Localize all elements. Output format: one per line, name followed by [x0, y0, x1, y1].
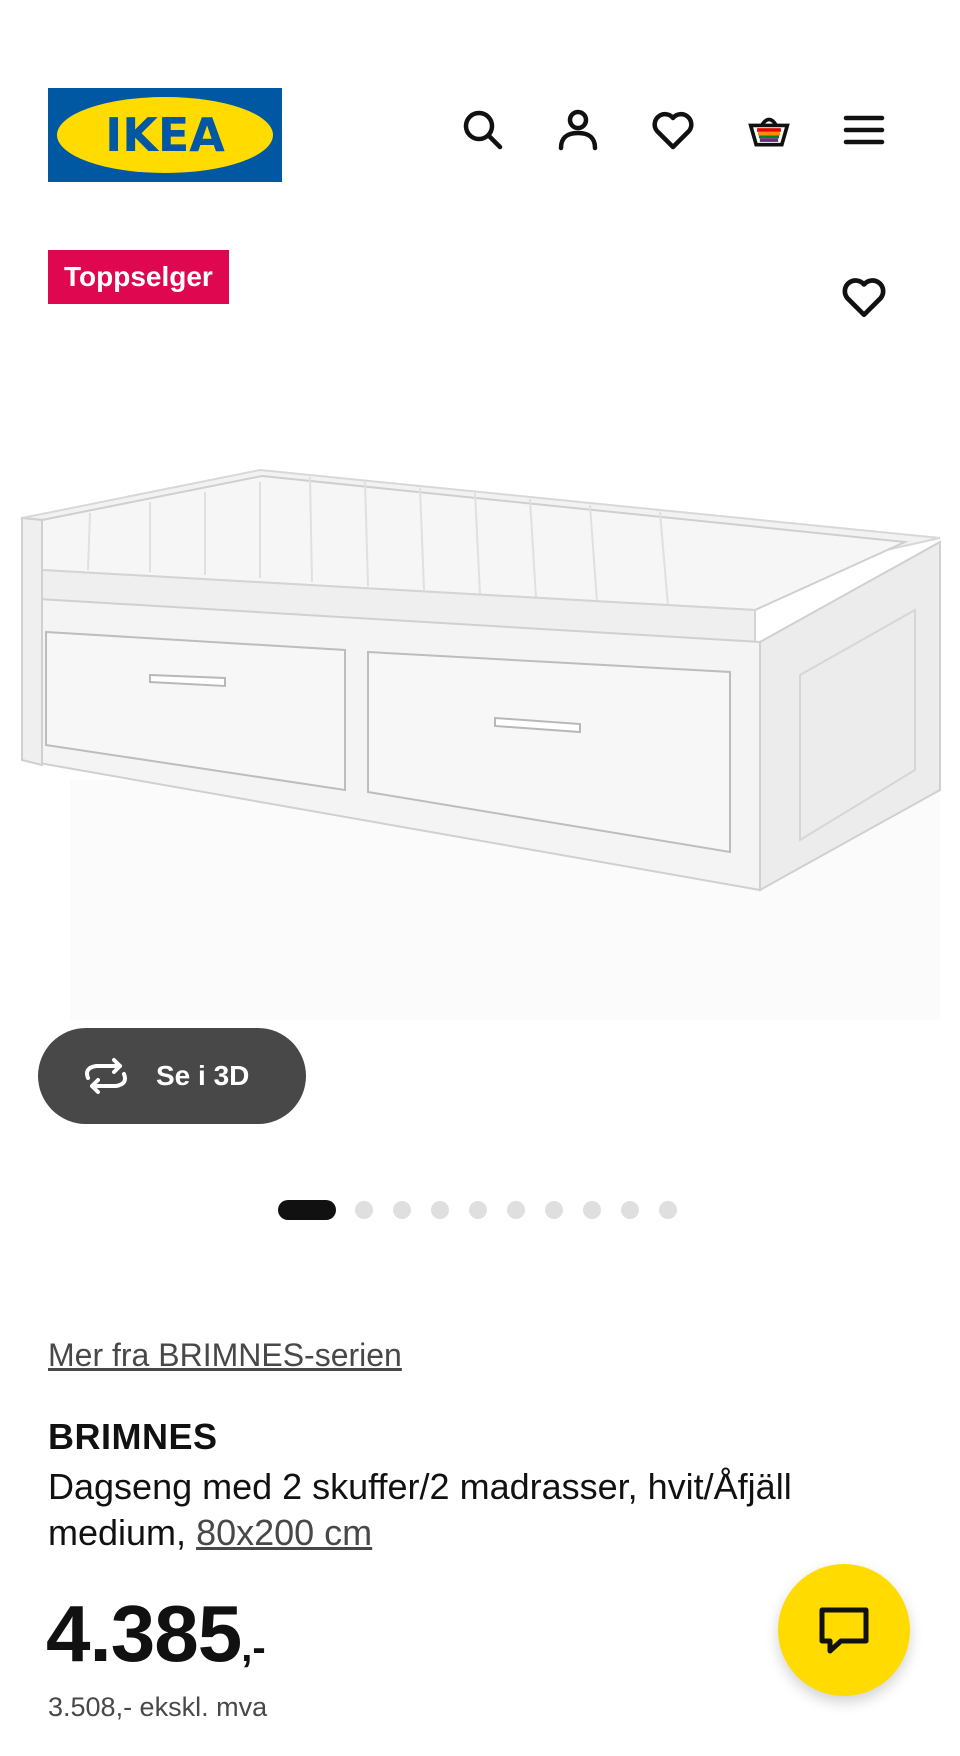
carousel-dot[interactable] — [507, 1201, 525, 1219]
view-in-3d-button[interactable]: Se i 3D — [38, 1028, 306, 1124]
price-excluding-vat: 3.508,- ekskl. mva — [48, 1692, 268, 1722]
menu-icon[interactable] — [840, 106, 888, 154]
carousel-dot[interactable] — [431, 1201, 449, 1219]
search-icon[interactable] — [459, 106, 507, 154]
view-in-3d-label: Se i 3D — [156, 1060, 250, 1091]
badge-label: Toppselger — [64, 261, 213, 292]
carousel-dot[interactable] — [469, 1201, 487, 1219]
user-icon[interactable] — [554, 106, 602, 154]
product-description: Dagseng med 2 skuffer/2 madrasser, hvit/… — [48, 1464, 908, 1556]
chat-button[interactable] — [778, 1564, 910, 1696]
carousel-dot[interactable] — [659, 1201, 677, 1219]
product-name: BRIMNES — [48, 1416, 218, 1457]
product-favourite-heart-icon[interactable] — [840, 273, 888, 321]
carousel-dot[interactable] — [393, 1201, 411, 1219]
carousel-dot[interactable] — [355, 1201, 373, 1219]
carousel-dot-active[interactable] — [278, 1200, 336, 1220]
product-description-text: Dagseng med 2 skuffer/2 madrasser, hvit/… — [48, 1466, 792, 1553]
chat-icon — [819, 1607, 869, 1654]
series-link[interactable]: Mer fra BRIMNES-serien — [48, 1337, 402, 1374]
basket-icon[interactable] — [745, 106, 793, 154]
carousel-dot[interactable] — [583, 1201, 601, 1219]
price-decimal: ,- — [241, 1626, 266, 1670]
logo-text: IKEA — [105, 108, 225, 162]
size-link[interactable]: 80x200 cm — [196, 1512, 372, 1553]
product-price: 4.385,- — [46, 1588, 266, 1680]
image-carousel-indicator — [0, 1200, 960, 1220]
site-header: IKEA — [0, 0, 960, 200]
heart-icon[interactable] — [649, 106, 697, 154]
rotate-3d-icon — [85, 1058, 127, 1094]
top-seller-badge: Toppselger — [48, 250, 229, 304]
ikea-logo[interactable]: IKEA — [48, 88, 282, 182]
product-image[interactable] — [0, 420, 960, 1040]
carousel-dot[interactable] — [545, 1201, 563, 1219]
carousel-dot[interactable] — [621, 1201, 639, 1219]
price-integer: 4.385 — [46, 1589, 242, 1678]
